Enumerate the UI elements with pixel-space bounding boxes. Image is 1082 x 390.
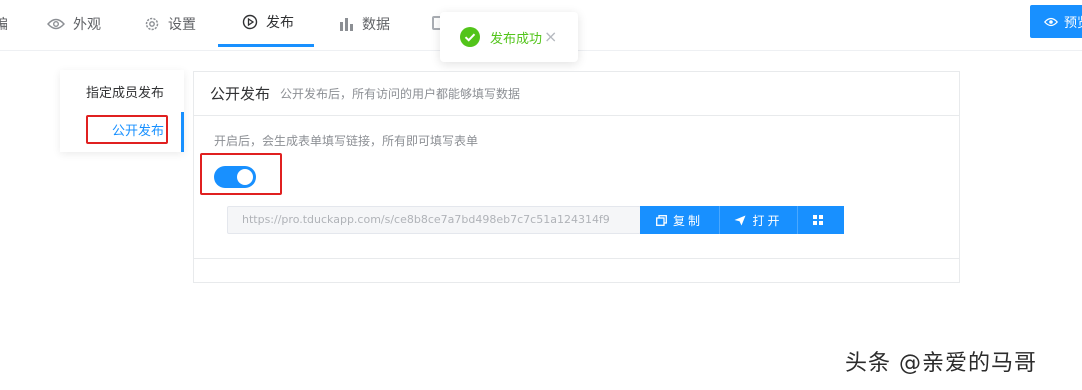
nav-item-clipped[interactable]: 编辑 — [0, 14, 8, 32]
highlight-box-menu — [86, 115, 168, 144]
success-toast: 发布成功 × — [440, 12, 578, 62]
watermark-text: 头条 @亲爱的马哥 — [845, 351, 1037, 376]
toast-close-icon[interactable]: × — [544, 29, 557, 45]
card-divider — [194, 258, 959, 259]
card-subtitle: 公开发布后，所有访问的用户都能够填写数据 — [280, 87, 521, 101]
check-circle-icon — [460, 27, 480, 47]
open-button-label: 打开 — [752, 213, 783, 228]
side-active-indicator — [181, 112, 184, 152]
copy-icon — [656, 214, 667, 226]
eye-icon — [1044, 17, 1058, 26]
tab-data-label: 数据 — [362, 16, 390, 33]
tab-publish-label: 发布 — [266, 15, 294, 31]
public-publish-card: 公开发布 公开发布后，所有访问的用户都能够填写数据 开启后，会生成表单填写链接，… — [193, 71, 960, 283]
preview-button[interactable]: 预览 — [1030, 5, 1082, 38]
eye-icon — [47, 18, 65, 29]
preview-button-label: 预览 — [1064, 16, 1082, 31]
card-title: 公开发布 — [210, 85, 271, 103]
highlight-box-toggle — [200, 153, 282, 195]
bar-chart-icon — [340, 17, 353, 31]
tab-settings[interactable]: 设置 — [144, 0, 196, 47]
publish-url-input[interactable]: https://pro.tduckapp.com/s/ce8b8ce7a7bd4… — [227, 206, 641, 234]
play-circle-icon — [242, 14, 258, 30]
url-action-group: 复制 打开 — [640, 206, 844, 234]
toast-message: 发布成功 — [490, 31, 543, 47]
copy-button-label: 复制 — [672, 213, 703, 228]
open-button[interactable]: 打开 — [720, 206, 798, 234]
tab-settings-label: 设置 — [168, 16, 196, 33]
card-description: 开启后，会生成表单填写链接，所有即可填写表单 — [214, 134, 479, 148]
tab-appearance-label: 外观 — [73, 16, 101, 33]
qrcode-icon — [813, 215, 823, 225]
card-header: 公开发布 公开发布后，所有访问的用户都能够填写数据 — [194, 72, 959, 116]
gear-icon — [145, 17, 159, 30]
send-icon — [734, 215, 746, 225]
copy-button[interactable]: 复制 — [640, 206, 720, 234]
tab-appearance[interactable]: 外观 — [47, 0, 101, 47]
tab-publish[interactable]: 发布 — [218, 0, 314, 47]
tab-data[interactable]: 数据 — [339, 0, 390, 47]
side-item-member-publish[interactable]: 指定成员发布 — [60, 82, 184, 101]
qrcode-button[interactable] — [798, 206, 844, 234]
